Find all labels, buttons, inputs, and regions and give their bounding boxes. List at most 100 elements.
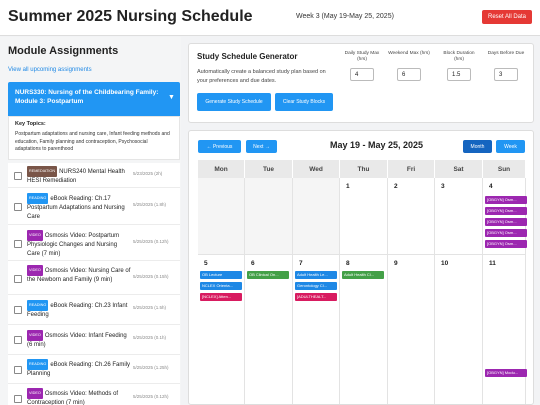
calendar-event[interactable]: [OBGYN] Osm... xyxy=(485,218,527,226)
key-topics-text: Postpartum adaptations and nursing care,… xyxy=(15,131,170,152)
clear-study-blocks-button[interactable]: Clear Study Blocks xyxy=(275,93,333,111)
assignment-item[interactable]: VIDEO Osmosis Video: Methods of Contracep… xyxy=(8,384,180,405)
day-number: 3 xyxy=(441,183,445,190)
calendar-day-cell[interactable]: 5 OB Lecture NCLEX Orienta... [NCLEX] At… xyxy=(198,255,245,404)
day-number: 7 xyxy=(299,260,303,267)
calendar-event[interactable]: Adult Health Cl... xyxy=(342,271,384,279)
module-assignments-panel: Module Assignments View all upcoming ass… xyxy=(0,37,181,405)
assignment-checkbox[interactable] xyxy=(14,336,22,344)
calendar-event[interactable]: [OBGYN] Osm... xyxy=(485,196,527,204)
assignment-due-date: 5/25/2025 (1.5h) xyxy=(133,305,167,310)
assignment-due-date: 5/25/2025 (1.8h) xyxy=(133,202,167,207)
calendar-event[interactable]: [NCLEX] Atten... xyxy=(200,293,242,301)
calendar-event[interactable]: [ADULTHEALT... xyxy=(295,293,337,301)
calendar-day-cell[interactable] xyxy=(293,178,340,255)
calendar-event[interactable]: NCLEX Orienta... xyxy=(200,282,242,290)
day-header: Sat xyxy=(435,160,483,178)
calendar-event[interactable]: [OBGYN] Osm... xyxy=(485,240,527,248)
assignment-item[interactable]: VIDEO Osmosis Video: Postpartum Physiolog… xyxy=(8,225,180,261)
app-header: Summer 2025 Nursing Schedule Week 3 (May… xyxy=(0,0,540,36)
assignment-item[interactable]: VIDEO Osmosis Video: Infant Feeding (6 mi… xyxy=(8,325,180,355)
type-badge: READING xyxy=(27,193,49,204)
assignment-due-date: 5/23/2025 (2h) xyxy=(133,171,163,176)
study-schedule-generator: Study Schedule Generator Automatically c… xyxy=(188,43,534,123)
assignment-item[interactable]: READING eBook Reading: Ch.17 Postpartum A… xyxy=(8,188,180,225)
assignment-due-date: 5/25/2025 (0.12h) xyxy=(133,394,169,399)
calendar-event[interactable]: [OBGYN] Osm... xyxy=(485,207,527,215)
type-badge: VIDEO xyxy=(27,388,43,399)
day-number: 6 xyxy=(251,260,255,267)
calendar-event[interactable]: OB Lecture xyxy=(200,271,242,279)
assignment-checkbox[interactable] xyxy=(14,240,22,248)
param-input[interactable]: 6 xyxy=(397,68,421,81)
calendar-day-cell[interactable]: 6 OB Clinical On... xyxy=(245,255,293,404)
assignment-due-date: 5/25/2025 (0.15h) xyxy=(133,274,169,279)
assignment-item[interactable]: REMEDIATION NURS240 Mental Health HESI Re… xyxy=(8,163,180,188)
calendar: ← Previous Next → May 19 - May 25, 2025 … xyxy=(188,130,534,405)
calendar-event[interactable]: Adult Health Le... xyxy=(295,271,337,279)
view-all-upcoming-link[interactable]: View all upcoming assignments xyxy=(8,67,92,73)
calendar-day-cell[interactable] xyxy=(245,178,293,255)
assignment-checkbox[interactable] xyxy=(14,275,22,283)
day-header: Fri xyxy=(388,160,435,178)
type-badge: VIDEO xyxy=(27,330,43,341)
assignment-checkbox[interactable] xyxy=(14,203,22,211)
assignment-checkbox[interactable] xyxy=(14,172,22,180)
day-number: 2 xyxy=(394,183,398,190)
calendar-day-cell[interactable]: 3 xyxy=(435,178,483,255)
next-week-button[interactable]: Next → xyxy=(246,140,277,153)
day-number: 5 xyxy=(204,260,208,267)
reset-all-data-button[interactable]: Reset All Data xyxy=(482,10,532,24)
assignment-checkbox[interactable] xyxy=(14,306,22,314)
calendar-event[interactable]: Gerontology Cl... xyxy=(295,282,337,290)
param-input[interactable]: 3 xyxy=(494,68,518,81)
calendar-day-cell[interactable]: 10 xyxy=(435,255,483,404)
calendar-title: May 19 - May 25, 2025 xyxy=(330,140,424,150)
page-title: Summer 2025 Nursing Schedule xyxy=(8,8,253,25)
day-header: Tue xyxy=(245,160,293,178)
block-duration-field: Block Duration (hrs) 1.5 xyxy=(438,51,480,81)
day-number: 11 xyxy=(489,260,496,267)
assignment-list: REMEDIATION NURS240 Mental Health HESI Re… xyxy=(8,163,180,405)
calendar-event[interactable]: [OBGYN] Modu... xyxy=(485,369,527,377)
assignment-due-date: 5/25/2025 (1.25h) xyxy=(133,365,169,370)
month-view-button[interactable]: Month xyxy=(463,140,492,153)
calendar-day-cell[interactable]: 4 [OBGYN] Osm... [OBGYN] Osm... [OBGYN] … xyxy=(483,178,527,255)
assignment-checkbox[interactable] xyxy=(14,395,22,403)
calendar-day-cell[interactable] xyxy=(198,178,245,255)
type-badge: VIDEO xyxy=(27,265,43,276)
calendar-day-cell[interactable]: 11 [OBGYN] Modu... xyxy=(483,255,527,404)
assignment-item[interactable]: READING eBook Reading: Ch.26 Family Plann… xyxy=(8,355,180,384)
param-input[interactable]: 4 xyxy=(350,68,374,81)
day-header: Thu xyxy=(340,160,388,178)
day-header: Wed xyxy=(293,160,340,178)
assignment-item[interactable]: VIDEO Osmosis Video: Nursing Care of the … xyxy=(8,261,180,295)
previous-week-button[interactable]: ← Previous xyxy=(198,140,241,153)
day-number: 1 xyxy=(346,183,350,190)
module-selector[interactable]: NURS330: Nursing of the Childbearing Fam… xyxy=(8,82,180,116)
type-badge: REMEDIATION xyxy=(27,166,58,177)
param-label: Weekend Max (hrs) xyxy=(388,51,430,56)
type-badge: READING xyxy=(27,300,49,311)
day-header: Sun xyxy=(483,160,526,178)
assignment-due-date: 5/25/2025 (0.1h) xyxy=(133,335,167,340)
param-input[interactable]: 1.5 xyxy=(447,68,471,81)
day-header: Mon xyxy=(198,160,245,178)
generate-study-schedule-button[interactable]: Generate Study Schedule xyxy=(197,93,271,111)
day-number: 9 xyxy=(394,260,398,267)
calendar-event[interactable]: [OBGYN] Osm... xyxy=(485,229,527,237)
day-number: 8 xyxy=(346,260,350,267)
calendar-day-cell[interactable]: 9 xyxy=(388,255,435,404)
weekend-max-field: Weekend Max (hrs) 6 xyxy=(388,51,430,81)
day-number: 10 xyxy=(441,260,449,267)
module-selector-label: NURS330: Nursing of the Childbearing Fam… xyxy=(15,89,159,105)
calendar-day-cell[interactable]: 2 xyxy=(388,178,435,255)
week-view-button[interactable]: Week xyxy=(496,140,525,153)
calendar-event[interactable]: OB Clinical On... xyxy=(247,271,289,279)
calendar-day-cell[interactable]: 1 xyxy=(340,178,388,255)
param-label: Days Before Due xyxy=(487,51,525,56)
assignment-checkbox[interactable] xyxy=(14,366,22,374)
calendar-day-cell[interactable]: 8 Adult Health Cl... xyxy=(340,255,388,404)
calendar-day-cell[interactable]: 7 Adult Health Le... Gerontology Cl... [… xyxy=(293,255,340,404)
assignment-item[interactable]: READING eBook Reading: Ch.23 Infant Feedi… xyxy=(8,295,180,325)
